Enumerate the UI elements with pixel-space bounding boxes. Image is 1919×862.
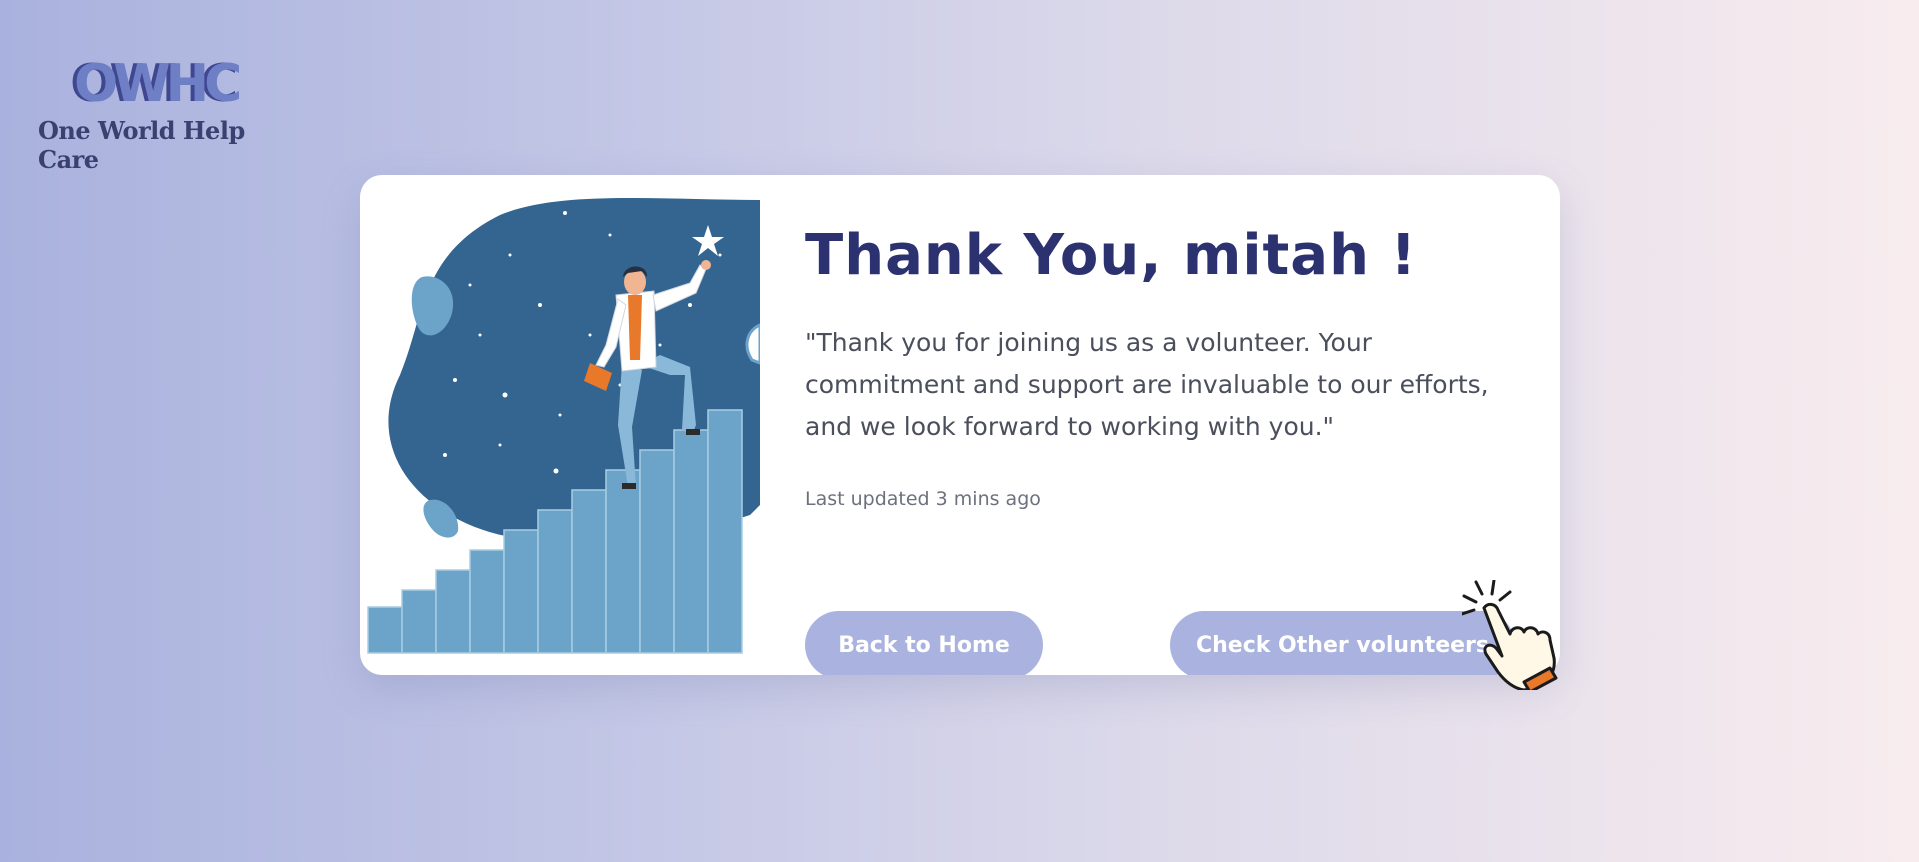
person-climbing-stairs-illustration bbox=[367, 198, 760, 654]
back-to-home-button[interactable]: Back to Home bbox=[805, 611, 1043, 675]
thank-you-message: "Thank you for joining us as a volunteer… bbox=[805, 328, 1489, 441]
page-title: Thank You, mitah ! bbox=[805, 223, 1417, 288]
logo[interactable]: OWHC One World Help Care bbox=[38, 58, 298, 174]
logo-mark: OWHC bbox=[74, 54, 242, 114]
logo-name: One World Help Care bbox=[38, 116, 245, 174]
card-content: Thank You, mitah ! "Thank you for joinin… bbox=[805, 223, 1525, 675]
last-updated-text: Last updated 3 mins ago bbox=[805, 488, 1041, 510]
hand-pointer-click-icon bbox=[1462, 580, 1558, 690]
thank-you-card: Thank You, mitah ! "Thank you for joinin… bbox=[360, 175, 1560, 675]
